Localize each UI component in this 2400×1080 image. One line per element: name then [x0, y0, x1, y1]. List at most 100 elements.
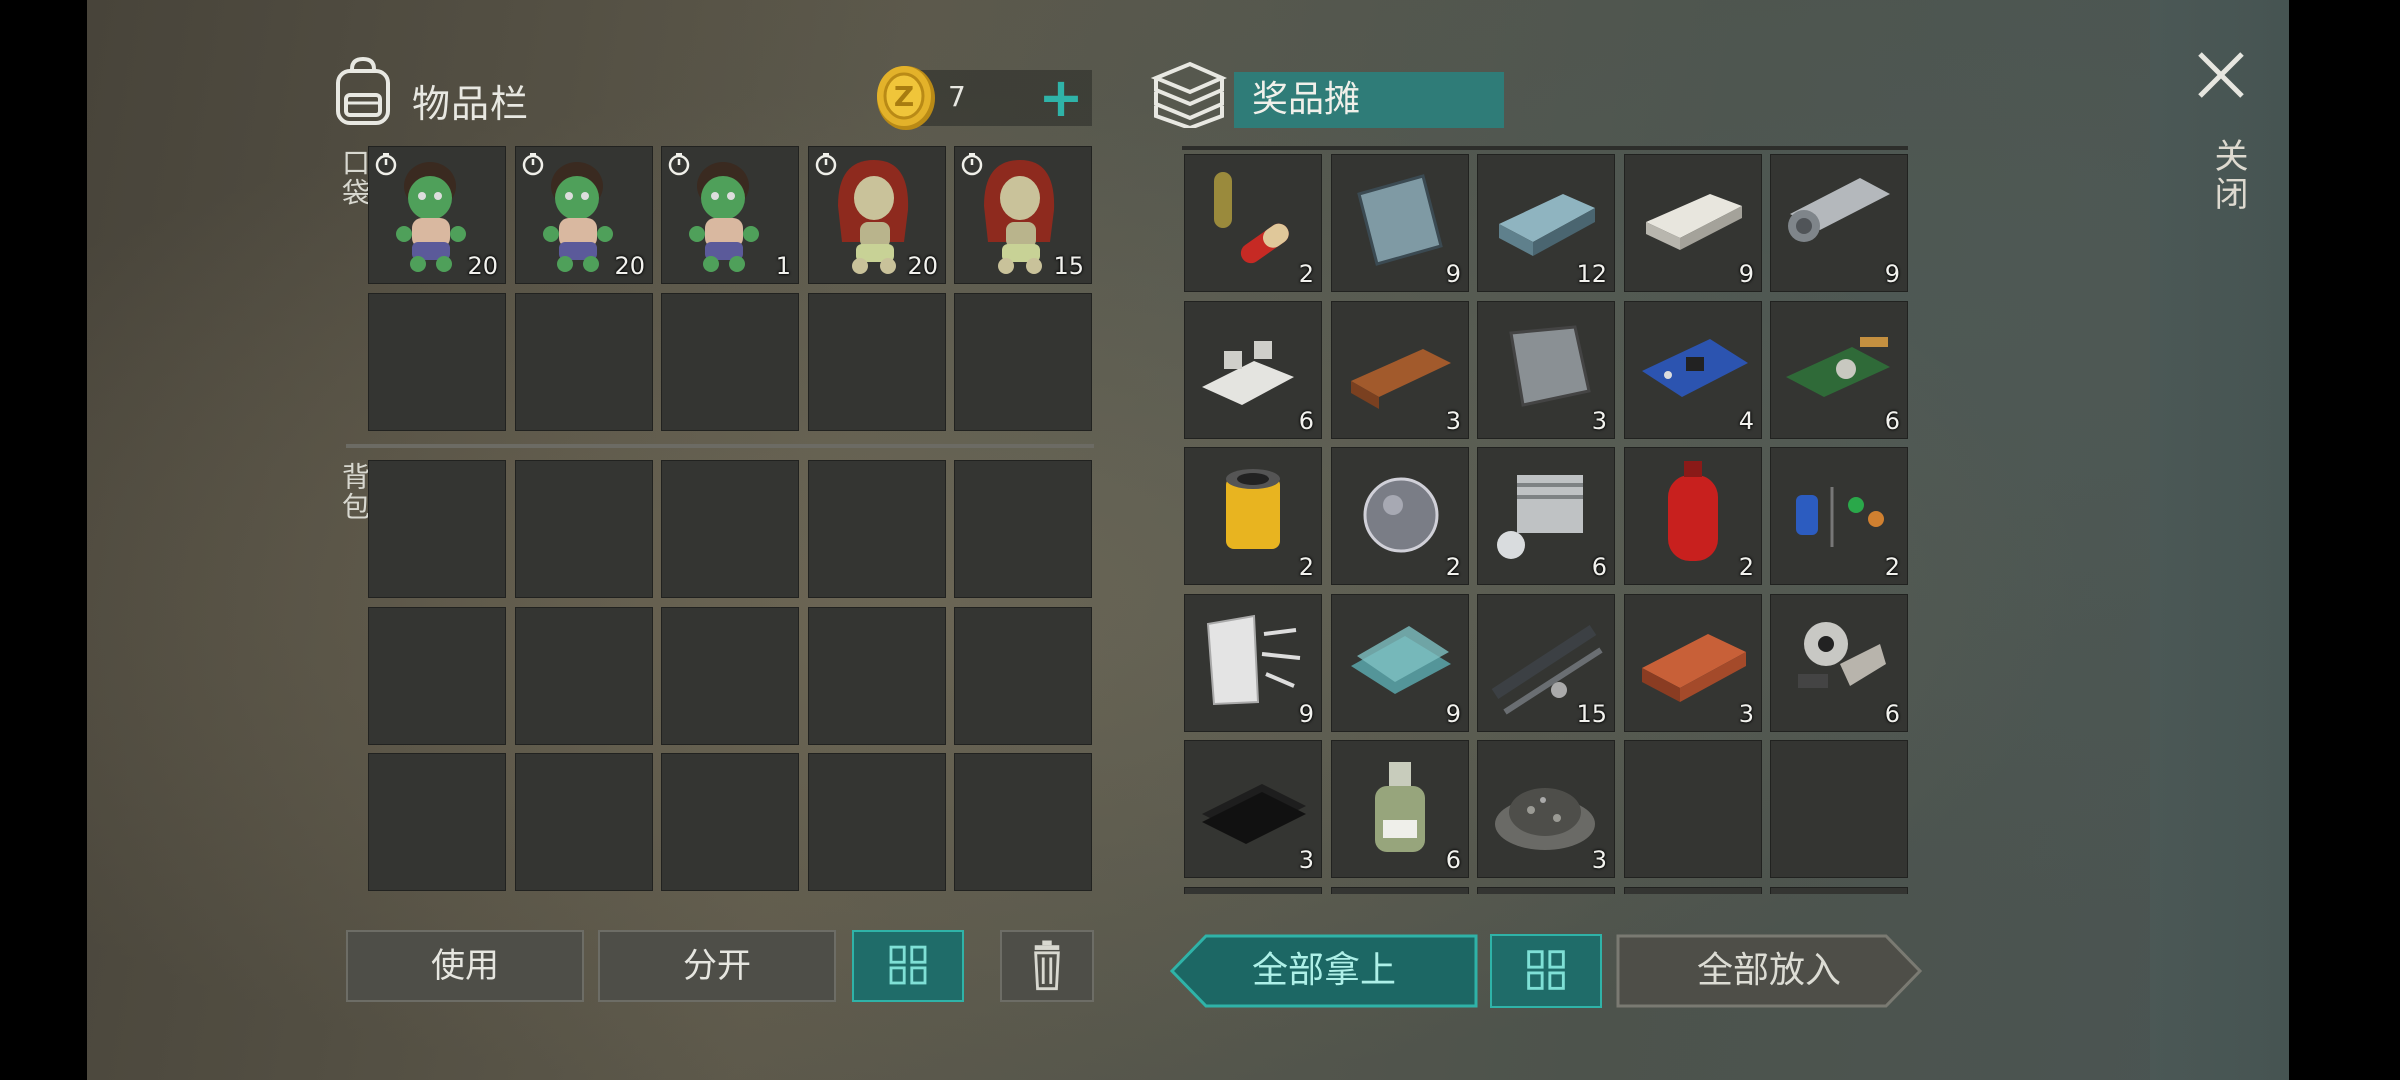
take-all-button[interactable]: 全部拿上: [1170, 934, 1478, 1008]
empty-slot[interactable]: [368, 293, 506, 431]
item-slot[interactable]: 1: [661, 146, 799, 284]
inventory-title: 物品栏: [412, 82, 530, 126]
item-slot[interactable]: 15: [954, 146, 1092, 284]
empty-slot[interactable]: [515, 607, 653, 745]
item-count: 9: [1445, 700, 1461, 728]
empty-slot[interactable]: [954, 460, 1092, 598]
sort-inventory-button[interactable]: [852, 930, 964, 1002]
close-icon[interactable]: [2196, 50, 2246, 100]
svg-text:Z: Z: [894, 80, 914, 113]
trash-icon: [1034, 940, 1060, 991]
item-count: 9: [1884, 260, 1900, 288]
item-slot[interactable]: 2: [1770, 447, 1908, 585]
item-slot[interactable]: 9: [1770, 154, 1908, 292]
item-count: 20: [907, 252, 938, 280]
empty-slot[interactable]: [515, 460, 653, 598]
item-count: 4: [1738, 407, 1754, 435]
empty-slot[interactable]: [954, 753, 1092, 891]
add-coins-button[interactable]: +: [1036, 70, 1086, 126]
empty-slot[interactable]: [1770, 740, 1908, 878]
sort-grid-icon: [1527, 950, 1565, 990]
item-slot[interactable]: 3: [1477, 301, 1615, 439]
item-slot[interactable]: 6: [1770, 301, 1908, 439]
sort-stash-button[interactable]: [1490, 934, 1602, 1008]
item-count: 1: [775, 252, 791, 280]
stash-title: 奖品摊: [1234, 72, 1504, 128]
empty-slot[interactable]: [661, 753, 799, 891]
empty-slot[interactable]: [1331, 887, 1469, 894]
item-slot[interactable]: 9: [1331, 594, 1469, 732]
item-count: 6: [1884, 700, 1900, 728]
item-slot[interactable]: 12: [1477, 154, 1615, 292]
timer-icon: [668, 153, 690, 176]
item-count: 9: [1445, 260, 1461, 288]
empty-slot[interactable]: [515, 293, 653, 431]
empty-slot[interactable]: [954, 607, 1092, 745]
item-slot[interactable]: 2: [1184, 447, 1322, 585]
item-count: 3: [1591, 846, 1607, 874]
empty-slot[interactable]: [808, 460, 946, 598]
empty-slot[interactable]: [368, 607, 506, 745]
item-slot[interactable]: 2: [1184, 154, 1322, 292]
item-count: 20: [614, 252, 645, 280]
item-slot[interactable]: 15: [1477, 594, 1615, 732]
item-count: 15: [1053, 252, 1084, 280]
empty-slot[interactable]: [1624, 887, 1762, 894]
empty-slot[interactable]: [661, 460, 799, 598]
item-count: 6: [1445, 846, 1461, 874]
empty-slot[interactable]: [1477, 887, 1615, 894]
item-slot[interactable]: 6: [1770, 594, 1908, 732]
item-count: 2: [1298, 553, 1314, 581]
empty-slot[interactable]: [515, 753, 653, 891]
item-slot[interactable]: 4: [1624, 301, 1762, 439]
item-slot[interactable]: 3: [1624, 594, 1762, 732]
close-label[interactable]: 关闭: [2204, 138, 2253, 214]
empty-slot[interactable]: [661, 293, 799, 431]
item-slot[interactable]: 20: [515, 146, 653, 284]
item-count: 6: [1591, 553, 1607, 581]
empty-slot[interactable]: [808, 607, 946, 745]
use-button[interactable]: 使用: [346, 930, 584, 1002]
timer-icon: [522, 153, 544, 176]
item-count: 6: [1884, 407, 1900, 435]
item-slot[interactable]: 9: [1184, 594, 1322, 732]
item-count: 12: [1576, 260, 1607, 288]
empty-slot[interactable]: [808, 753, 946, 891]
item-count: 2: [1298, 260, 1314, 288]
item-slot[interactable]: 20: [808, 146, 946, 284]
timer-icon: [961, 153, 983, 176]
trash-button[interactable]: [1000, 930, 1094, 1002]
empty-slot[interactable]: [1770, 887, 1908, 894]
item-count: 2: [1738, 553, 1754, 581]
item-slot[interactable]: 3: [1331, 301, 1469, 439]
empty-slot[interactable]: [368, 753, 506, 891]
stash-grid[interactable]: 2 9 12 9 9 6 3 3 4 6 2 2 6 2 2 9 9 15 3 6 3 6 3: [1182, 146, 1908, 894]
put-all-button[interactable]: 全部放入: [1616, 934, 1922, 1008]
sort-grid-icon: [889, 945, 927, 985]
stash-boxes-icon: [1150, 61, 1227, 128]
empty-slot[interactable]: [1624, 740, 1762, 878]
empty-slot[interactable]: [661, 607, 799, 745]
item-count: 3: [1298, 846, 1314, 874]
item-slot[interactable]: 6: [1477, 447, 1615, 585]
item-slot[interactable]: 3: [1184, 740, 1322, 878]
item-slot[interactable]: 9: [1331, 154, 1469, 292]
item-count: 9: [1738, 260, 1754, 288]
empty-slot[interactable]: [368, 460, 506, 598]
item-slot[interactable]: 2: [1624, 447, 1762, 585]
item-slot[interactable]: 3: [1477, 740, 1615, 878]
item-slot[interactable]: 2: [1331, 447, 1469, 585]
item-count: 3: [1591, 407, 1607, 435]
item-count: 6: [1298, 407, 1314, 435]
empty-slot[interactable]: [954, 293, 1092, 431]
split-button[interactable]: 分开: [598, 930, 836, 1002]
section-divider: [346, 444, 1094, 448]
empty-slot[interactable]: [1184, 887, 1322, 894]
coin-count: 7: [948, 80, 966, 113]
item-slot[interactable]: 20: [368, 146, 506, 284]
item-slot[interactable]: 6: [1184, 301, 1322, 439]
empty-slot[interactable]: [808, 293, 946, 431]
item-slot[interactable]: 9: [1624, 154, 1762, 292]
item-slot[interactable]: 6: [1331, 740, 1469, 878]
item-count: 3: [1738, 700, 1754, 728]
